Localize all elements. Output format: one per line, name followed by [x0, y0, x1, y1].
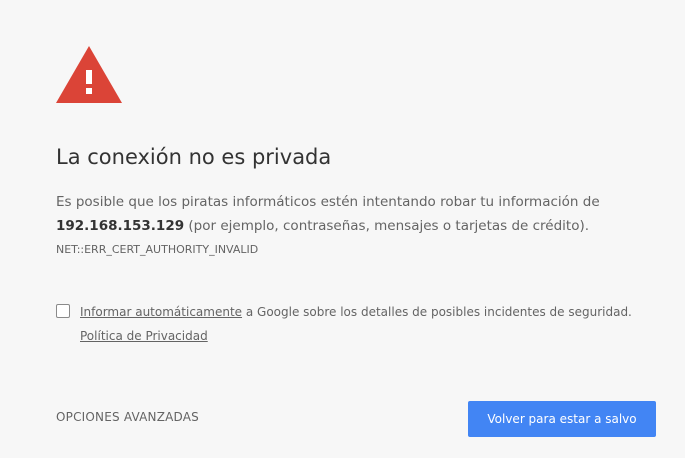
- privacy-policy-link[interactable]: Política de Privacidad: [80, 329, 208, 343]
- report-link[interactable]: Informar automáticamente: [80, 305, 242, 319]
- description-after: (por ejemplo, contraseñas, mensajes o ta…: [184, 218, 590, 234]
- back-to-safety-button[interactable]: Volver para estar a salvo: [468, 401, 656, 437]
- description-before: Es posible que los piratas informáticos …: [56, 194, 600, 210]
- report-description: a Google sobre los detalles de posibles …: [242, 305, 632, 319]
- report-checkbox[interactable]: [56, 304, 70, 318]
- page-title: La conexión no es privada: [56, 145, 332, 169]
- error-code: NET::ERR_CERT_AUTHORITY_INVALID: [56, 243, 259, 256]
- warning-triangle-icon: [56, 46, 122, 103]
- advanced-options-button[interactable]: OPCIONES AVANZADAS: [56, 410, 199, 424]
- report-text: Informar automáticamente a Google sobre …: [80, 300, 662, 348]
- host-address: 192.168.153.129: [56, 218, 185, 234]
- description-text: Es posible que los piratas informáticos …: [56, 190, 616, 238]
